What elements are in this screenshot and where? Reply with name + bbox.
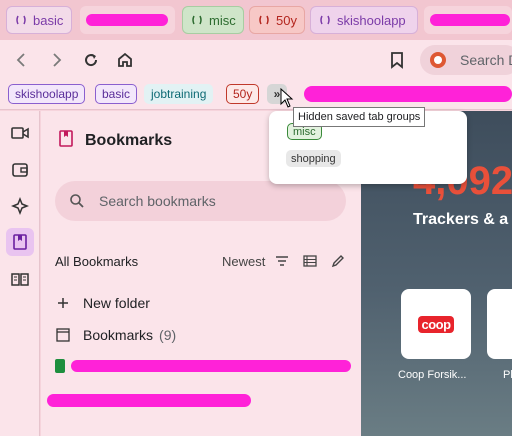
- reload-button[interactable]: [79, 48, 103, 72]
- bookmarks-bar: skishoolapp basic jobtraining 50y »: [0, 80, 512, 110]
- reload-icon: [85, 54, 98, 67]
- search-icon: [70, 194, 84, 208]
- bookmark-group-jobtraining[interactable]: jobtraining: [144, 84, 214, 104]
- sparkle-icon: [11, 197, 29, 215]
- trackers-caption: Trackers & a: [413, 211, 509, 228]
- edit-button[interactable]: [329, 252, 347, 270]
- back-arrow-icon: [16, 53, 25, 67]
- filter-icon: [276, 256, 288, 266]
- tab-basic[interactable]: basic: [6, 6, 72, 34]
- top-site-tile[interactable]: [487, 289, 512, 359]
- section-title: All Bookmarks: [55, 254, 139, 269]
- rail-video-button[interactable]: [6, 119, 34, 147]
- tab-redacted[interactable]: [424, 6, 512, 34]
- favicon: [55, 359, 65, 373]
- hidden-group-shopping[interactable]: shopping: [286, 150, 341, 167]
- toolbar: Search D: [0, 40, 512, 80]
- coop-logo: coop: [418, 315, 454, 333]
- redaction-mark: [430, 14, 510, 26]
- tab-label: 50y: [276, 12, 297, 28]
- folder-item-bookmarks[interactable]: Bookmarks (9): [55, 324, 176, 346]
- rail-reading-list-button[interactable]: [6, 265, 34, 293]
- wallet-icon: [12, 163, 28, 177]
- rail-wallet-button[interactable]: [6, 156, 34, 184]
- redaction-mark: [304, 86, 512, 102]
- tile-label: Coop Forsik...: [398, 369, 467, 381]
- sort-options-button[interactable]: [273, 252, 291, 270]
- bookmark-page-button[interactable]: [385, 48, 409, 72]
- home-button[interactable]: [113, 48, 137, 72]
- rail-leo-button[interactable]: [6, 192, 34, 220]
- bookmark-group-basic[interactable]: basic: [95, 84, 138, 104]
- forward-arrow-icon: [53, 53, 62, 67]
- bookmark-group-skishoolapp[interactable]: skishoolapp: [8, 84, 86, 104]
- mouse-cursor-icon: [280, 88, 294, 108]
- reading-list-icon: [11, 273, 29, 286]
- search-input[interactable]: [99, 193, 319, 209]
- new-folder-label: New folder: [83, 295, 150, 311]
- tile-label: Pl: [503, 369, 512, 381]
- view-toggle-button[interactable]: [301, 252, 319, 270]
- top-site-tile[interactable]: coop: [401, 289, 471, 359]
- tab-label: misc: [209, 12, 236, 28]
- omnibox[interactable]: Search D: [420, 45, 512, 75]
- redaction-mark: [86, 14, 168, 26]
- plus-icon: [55, 297, 71, 309]
- bookmark-group-50y[interactable]: 50y: [226, 84, 260, 104]
- rail-bookmarks-button[interactable]: [6, 228, 34, 256]
- tab-label: skishoolapp: [337, 12, 406, 28]
- tab-group-icon: [191, 14, 203, 26]
- forward-button[interactable]: [44, 48, 68, 72]
- tab-misc[interactable]: misc: [182, 6, 244, 34]
- tab-redacted[interactable]: [80, 6, 175, 34]
- redaction-mark: [71, 360, 351, 372]
- tab-group-icon: [258, 14, 270, 26]
- tab-strip: basic misc 50y skishoolapp: [0, 0, 512, 40]
- search-engine-icon: [430, 52, 446, 68]
- sort-dropdown[interactable]: Newest: [222, 254, 265, 269]
- bookmark-item[interactable]: [47, 389, 275, 411]
- back-button[interactable]: [10, 48, 34, 72]
- tab-50y[interactable]: 50y: [249, 6, 305, 34]
- redaction-mark: [47, 393, 251, 407]
- panel-title: Bookmarks: [85, 132, 173, 149]
- bookmark-icon: [391, 52, 403, 69]
- tab-label: basic: [33, 12, 64, 28]
- video-icon: [11, 127, 29, 139]
- folder-label: Bookmarks: [83, 327, 154, 343]
- tab-group-icon: [319, 14, 331, 26]
- bookmark-item[interactable]: [55, 355, 355, 377]
- side-rail: [0, 111, 40, 436]
- tab-skishoolapp[interactable]: skishoolapp: [310, 6, 418, 34]
- bookmarks-panel-icon: [59, 130, 73, 147]
- folder-icon: [55, 328, 71, 342]
- bookmark-search[interactable]: [55, 181, 346, 221]
- pencil-icon: [331, 255, 344, 268]
- tab-group-icon: [15, 14, 27, 26]
- bookmarks-icon: [13, 234, 27, 250]
- list-view-icon: [303, 255, 317, 267]
- folder-count: (9): [159, 327, 177, 343]
- home-icon: [118, 52, 132, 67]
- omnibox-text: Search D: [460, 52, 512, 68]
- new-folder-item[interactable]: New folder: [55, 292, 150, 314]
- tooltip: Hidden saved tab groups: [293, 107, 426, 127]
